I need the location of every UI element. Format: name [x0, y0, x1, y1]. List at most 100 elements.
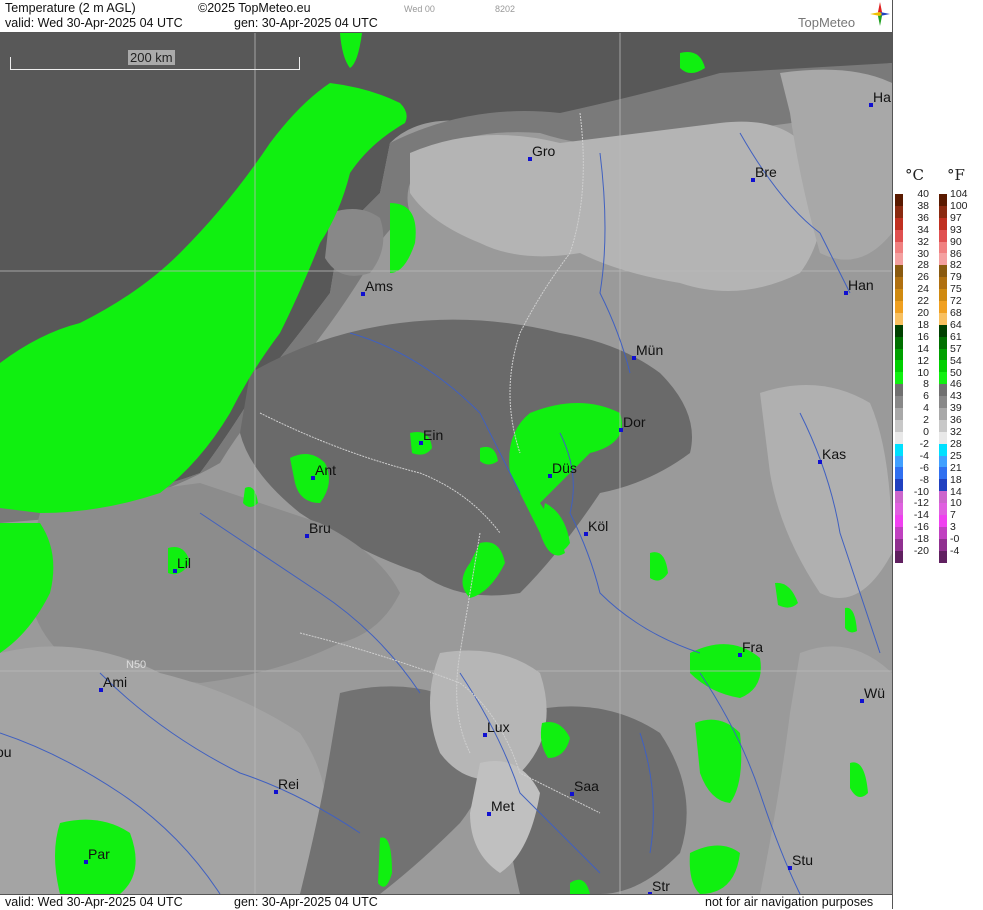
legend-swatch	[939, 443, 947, 456]
compass-icon	[870, 2, 890, 26]
legend-swatch	[939, 277, 947, 290]
fahrenheit-tick-label: 75	[950, 283, 962, 296]
celsius-tick-label: 38	[917, 199, 929, 212]
city-label: Bru	[309, 520, 331, 536]
legend-swatch	[939, 455, 947, 468]
celsius-tick-label: 4	[923, 402, 929, 415]
copyright: ©2025 TopMeteo.eu	[198, 1, 311, 15]
fahrenheit-tick-label: 25	[950, 449, 962, 462]
city-label: ou	[0, 744, 12, 760]
celsius-tick-label: -12	[913, 497, 929, 510]
city-label: Stu	[792, 852, 814, 868]
celsius-tick-label: -8	[919, 473, 929, 486]
celsius-tick-label: 26	[917, 271, 929, 284]
city-label: Par	[88, 846, 110, 862]
city-label: Fra	[742, 639, 763, 655]
fahrenheit-tick-label: 61	[950, 330, 962, 343]
legend-swatch	[939, 503, 947, 516]
celsius-tick-label: 24	[917, 283, 929, 296]
fahrenheit-tick-label: 79	[950, 271, 962, 284]
celsius-unit: °C	[905, 166, 924, 184]
legend-swatch	[939, 491, 947, 504]
fahrenheit-tick-label: 14	[950, 485, 962, 498]
celsius-tick-label: 28	[917, 259, 929, 272]
disclaimer: not for air navigation purposes	[705, 895, 874, 909]
legend-swatch	[939, 336, 947, 349]
legend-swatch	[939, 372, 947, 385]
legend-swatch	[939, 479, 947, 492]
legend-swatch	[939, 360, 947, 373]
celsius-tick-label: -14	[913, 509, 929, 522]
city-label: Bre	[755, 164, 777, 180]
fahrenheit-tick-label: 36	[950, 414, 962, 427]
legend-swatch	[939, 289, 947, 302]
fahrenheit-tick-label: -0	[950, 533, 960, 546]
celsius-tick-label: 8	[923, 378, 929, 391]
temperature-legend: °C °F 40 38 36 34 32 30 28 26 24 22 20 18 16 14 12 10 8 6…	[893, 0, 983, 909]
celsius-tick-label: 16	[917, 330, 929, 343]
city-label: Mün	[636, 342, 664, 358]
legend-swatch	[939, 312, 947, 325]
topmeteo-logo[interactable]: TopMeteo	[798, 2, 890, 32]
city-label: Lux	[487, 719, 510, 735]
id-label: 8202	[495, 4, 516, 14]
fahrenheit-tick-label: 82	[950, 259, 962, 272]
legend-swatch	[939, 384, 947, 397]
fahrenheit-tick-label: 86	[950, 247, 962, 260]
legend-swatch	[939, 205, 947, 218]
fahrenheit-tick-label: 72	[950, 295, 962, 308]
city-label: Ami	[103, 674, 128, 690]
legend-swatch	[939, 515, 947, 527]
legend-swatch	[939, 194, 947, 206]
city-label: Ant	[315, 462, 337, 478]
legend-swatch	[939, 217, 947, 230]
fahrenheit-tick-label: 57	[950, 342, 962, 355]
celsius-tick-label: -16	[913, 521, 929, 534]
city-label: Köl	[588, 518, 609, 534]
fahrenheit-tick-label: 43	[950, 390, 962, 403]
celsius-tick-label: 14	[917, 342, 929, 355]
celsius-tick-label: 2	[923, 414, 929, 427]
celsius-tick-label: -6	[919, 461, 929, 474]
city-label: Ams	[365, 278, 393, 294]
celsius-tick-label: 20	[917, 307, 929, 319]
fahrenheit-tick-label: -4	[950, 545, 960, 557]
fahrenheit-tick-label: 104	[950, 188, 968, 200]
city-label: Saa	[574, 778, 599, 794]
city-label: Rei	[278, 776, 300, 792]
celsius-tick-label: 32	[917, 235, 929, 248]
city-label: Kas	[822, 446, 847, 462]
fahrenheit-tick-label: 100	[950, 199, 968, 212]
legend-swatch	[939, 431, 947, 444]
fahrenheit-tick-label: 3	[950, 521, 956, 534]
legend-swatch	[939, 265, 947, 278]
legend-swatch	[939, 550, 947, 563]
scale-label: 200 km	[128, 50, 175, 65]
celsius-tick-label: 6	[923, 390, 929, 403]
fahrenheit-tick-label: 18	[950, 473, 962, 486]
fahrenheit-tick-label: 97	[950, 211, 962, 224]
legend-swatch	[939, 324, 947, 337]
celsius-tick-label: 30	[917, 247, 929, 260]
temperature-map[interactable]: 200 km N50 Gro Bre Ha Ams Han Mün Ein Do…	[0, 33, 892, 894]
fahrenheit-tick-label: 21	[950, 461, 962, 474]
city-label: Str	[652, 878, 670, 894]
legend-swatch	[939, 538, 947, 551]
celsius-tick-label: 18	[917, 318, 929, 331]
header-bar: Temperature (2 m AGL) ©2025 TopMeteo.eu …	[0, 0, 892, 33]
fahrenheit-tick-label: 32	[950, 426, 962, 438]
celsius-tick-label: -2	[919, 437, 929, 450]
map-title: Temperature (2 m AGL)	[5, 1, 136, 15]
fahrenheit-tick-label: 90	[950, 235, 962, 248]
city-label: Dor	[623, 414, 646, 430]
fahrenheit-tick-label: 46	[950, 378, 962, 391]
fahrenheit-tick-label: 10	[950, 497, 962, 510]
legend-swatch	[939, 301, 947, 313]
fahrenheit-tick-label: 54	[950, 354, 962, 367]
map-layers	[0, 33, 892, 894]
legend-swatch	[939, 419, 947, 432]
city-label: Wü	[864, 685, 885, 701]
celsius-tick-label: 12	[917, 354, 929, 367]
celsius-tick-label: -10	[913, 485, 929, 498]
footer-valid-time: valid: Wed 30-Apr-2025 04 UTC	[5, 895, 183, 909]
